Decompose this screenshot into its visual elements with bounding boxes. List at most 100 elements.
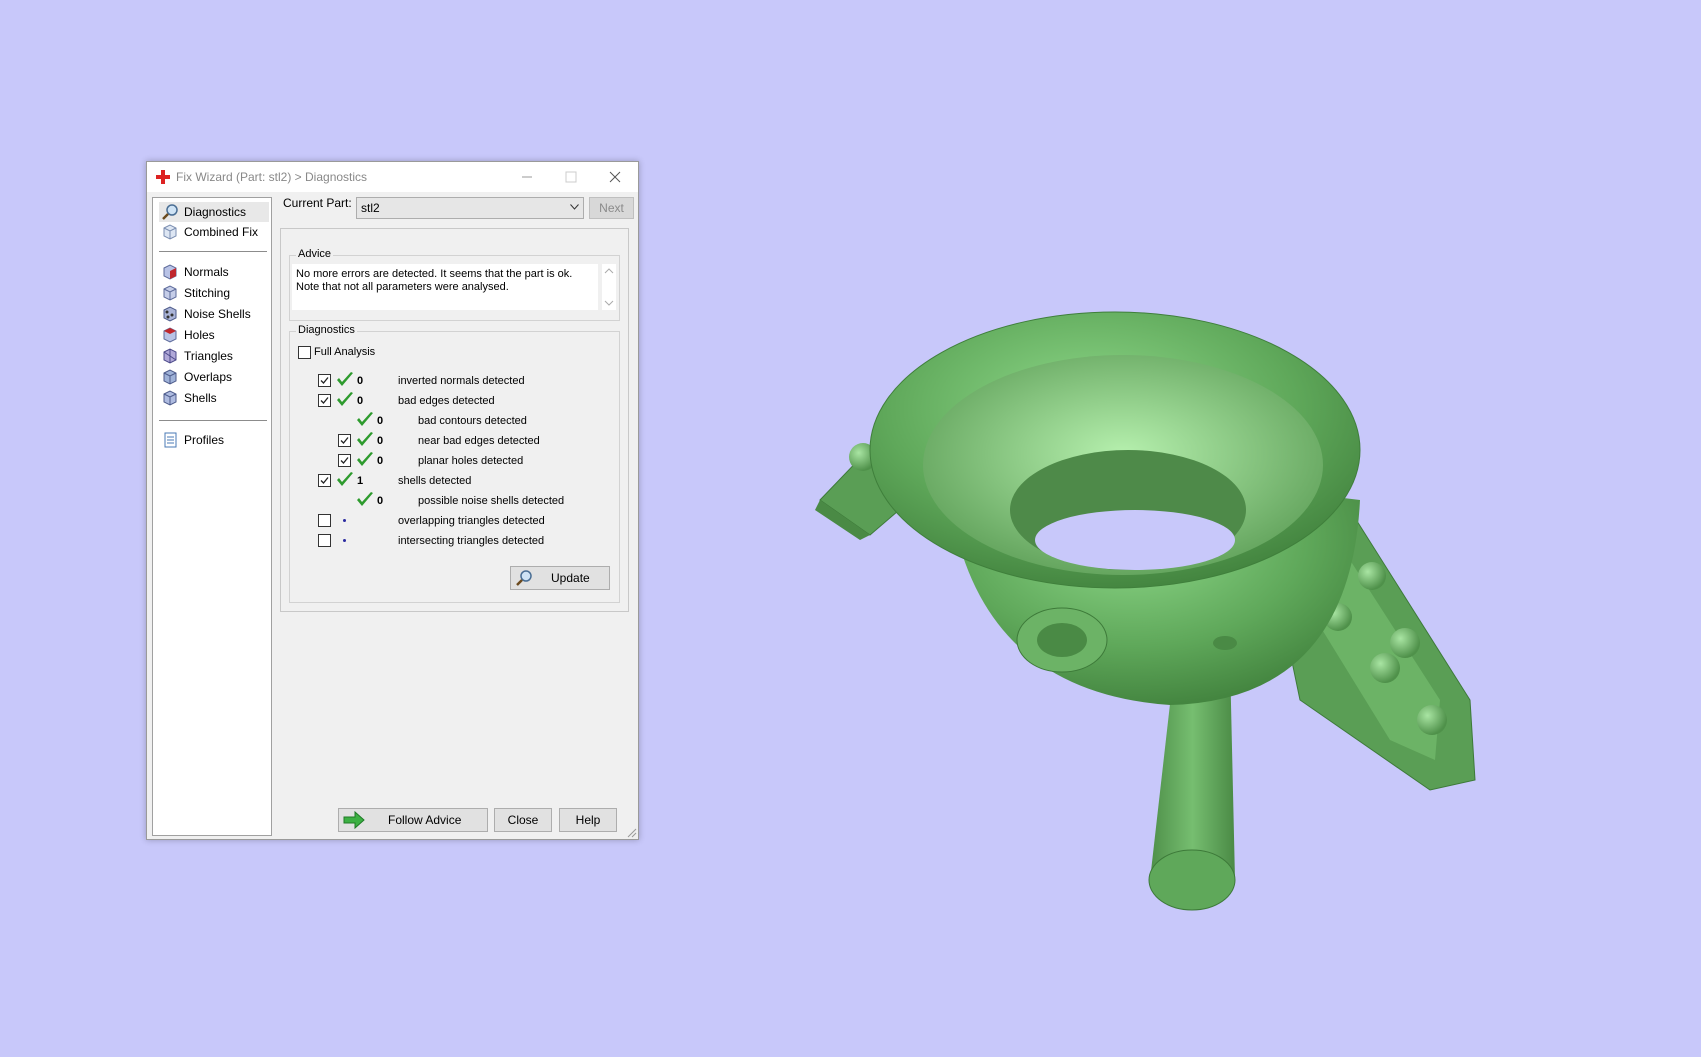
advice-title: Advice bbox=[296, 248, 334, 260]
sidebar-item-noise-shells[interactable]: Noise Shells bbox=[159, 304, 269, 324]
shells-cube-icon bbox=[163, 390, 177, 406]
sidebar-item-stitching[interactable]: Stitching bbox=[159, 283, 269, 303]
sidebar-item-holes[interactable]: Holes bbox=[159, 325, 269, 345]
intersecting-triangles-checkbox[interactable] bbox=[318, 534, 331, 547]
ok-check-icon bbox=[357, 432, 373, 446]
chevron-down-icon bbox=[570, 204, 579, 210]
help-button[interactable]: Help bbox=[559, 808, 617, 832]
sidebar-item-profiles[interactable]: Profiles bbox=[159, 430, 269, 450]
ok-check-icon bbox=[357, 492, 373, 506]
intersecting-triangles-label: intersecting triangles detected bbox=[398, 535, 545, 547]
sidebar-item-shells[interactable]: Shells bbox=[159, 388, 269, 408]
ok-check-icon bbox=[357, 452, 373, 466]
near-bad-edges-count: 0 bbox=[377, 435, 384, 447]
inverted-normals-checkbox[interactable] bbox=[318, 374, 331, 387]
sidebar-item-label: Combined Fix bbox=[184, 225, 259, 239]
next-button[interactable]: Next bbox=[589, 197, 634, 219]
sidebar-item-normals[interactable]: Normals bbox=[159, 262, 269, 282]
checkmark-icon bbox=[320, 377, 329, 384]
cube-icon bbox=[163, 224, 177, 240]
noise-shells-label: possible noise shells detected bbox=[418, 495, 565, 507]
document-icon bbox=[164, 432, 177, 448]
sidebar-item-label: Normals bbox=[184, 265, 229, 279]
near-bad-edges-checkbox[interactable] bbox=[338, 434, 351, 447]
follow-advice-label: Follow Advice bbox=[388, 813, 462, 827]
shells-label: shells detected bbox=[398, 475, 472, 487]
ok-check-icon bbox=[357, 412, 373, 426]
current-part-label: Current Part: bbox=[283, 196, 352, 210]
window-title: Fix Wizard (Part: stl2) > Diagnostics bbox=[176, 170, 368, 184]
title-bar: Fix Wizard (Part: stl2) > Diagnostics bbox=[147, 162, 638, 192]
sidebar-item-combined-fix[interactable]: Combined Fix bbox=[159, 222, 269, 242]
inverted-normals-label: inverted normals detected bbox=[398, 375, 525, 387]
minimize-button[interactable] bbox=[505, 162, 549, 192]
shells-count: 1 bbox=[357, 475, 364, 487]
sidebar-item-label: Diagnostics bbox=[184, 205, 247, 219]
noise-shells-count: 0 bbox=[377, 495, 384, 507]
magnifier-icon bbox=[162, 204, 178, 220]
advice-scrollbar[interactable] bbox=[602, 264, 616, 310]
close-window-button[interactable] bbox=[593, 162, 637, 192]
near-bad-edges-label: near bad edges detected bbox=[418, 435, 540, 447]
magnifier-icon bbox=[516, 570, 532, 586]
diagnostics-title: Diagnostics bbox=[296, 324, 357, 336]
ok-check-icon bbox=[337, 372, 353, 386]
current-part-select[interactable]: stl2 bbox=[356, 197, 584, 219]
sidebar-item-overlaps[interactable]: Overlaps bbox=[159, 367, 269, 387]
planar-holes-label: planar holes detected bbox=[418, 455, 524, 467]
sidebar-item-triangles[interactable]: Triangles bbox=[159, 346, 269, 366]
diagnostics-group: Diagnostics Full Analysis 0 inverted nor… bbox=[289, 324, 620, 603]
sidebar-item-label: Shells bbox=[184, 391, 217, 405]
maximize-button[interactable] bbox=[549, 162, 593, 192]
sidebar-separator bbox=[159, 420, 267, 421]
overlaps-cube-icon bbox=[163, 369, 177, 385]
shells-checkbox[interactable] bbox=[318, 474, 331, 487]
ring-model bbox=[815, 311, 1476, 911]
checkmark-icon bbox=[320, 397, 329, 404]
sidebar-item-label: Profiles bbox=[184, 433, 225, 447]
status-dot-icon bbox=[343, 519, 346, 522]
holes-cube-icon bbox=[163, 327, 177, 343]
planar-holes-checkbox[interactable] bbox=[338, 454, 351, 467]
sidebar-separator bbox=[159, 251, 267, 252]
full-analysis-checkbox[interactable] bbox=[298, 346, 311, 359]
planar-holes-count: 0 bbox=[377, 455, 384, 467]
red-cross-icon bbox=[156, 170, 170, 184]
green-arrow-icon bbox=[343, 811, 365, 829]
noise-shells-icon bbox=[163, 306, 177, 322]
current-part-value: stl2 bbox=[361, 201, 380, 215]
ok-check-icon bbox=[337, 392, 353, 406]
sidebar-item-label: Overlaps bbox=[184, 370, 233, 384]
sidebar-item-label: Holes bbox=[184, 328, 215, 342]
follow-advice-button[interactable]: Follow Advice bbox=[338, 808, 488, 832]
sidebar-item-label: Noise Shells bbox=[184, 307, 251, 321]
sidebar-item-label: Triangles bbox=[184, 349, 233, 363]
ok-check-icon bbox=[337, 472, 353, 486]
advice-group: Advice No more errors are detected. It s… bbox=[289, 248, 620, 321]
bad-edges-label: bad edges detected bbox=[398, 395, 495, 407]
sidebar-item-diagnostics[interactable]: Diagnostics bbox=[159, 202, 269, 222]
overlapping-triangles-checkbox[interactable] bbox=[318, 514, 331, 527]
checkmark-icon bbox=[320, 477, 329, 484]
full-analysis-label: Full Analysis bbox=[314, 346, 376, 358]
sidebar-nav: Diagnostics Combined Fix Normals Stitchi… bbox=[152, 197, 272, 836]
status-dot-icon bbox=[343, 539, 346, 542]
bad-edges-checkbox[interactable] bbox=[318, 394, 331, 407]
checkmark-icon bbox=[340, 457, 349, 464]
resize-grip-icon[interactable] bbox=[627, 828, 637, 838]
close-button[interactable]: Close bbox=[494, 808, 552, 832]
bad-edges-count: 0 bbox=[357, 395, 364, 407]
inverted-normals-count: 0 bbox=[357, 375, 364, 387]
fix-wizard-window: Fix Wizard (Part: stl2) > Diagnostics Di… bbox=[146, 161, 639, 840]
sidebar-item-label: Stitching bbox=[184, 286, 231, 300]
advice-line-2: Note that not all parameters were analys… bbox=[296, 281, 509, 293]
bad-contours-count: 0 bbox=[377, 415, 384, 427]
overlapping-triangles-label: overlapping triangles detected bbox=[398, 515, 545, 527]
advice-line-1: No more errors are detected. It seems th… bbox=[296, 268, 573, 280]
update-button[interactable]: Update bbox=[510, 566, 610, 590]
triangles-cube-icon bbox=[163, 348, 177, 364]
update-label: Update bbox=[551, 571, 590, 585]
advice-text-box: No more errors are detected. It seems th… bbox=[292, 264, 598, 310]
stitching-cube-icon bbox=[163, 285, 177, 301]
normals-cube-icon bbox=[163, 264, 177, 280]
